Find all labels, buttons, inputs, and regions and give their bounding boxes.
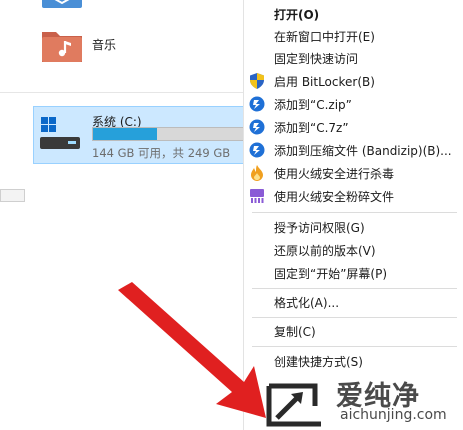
menu-item-label: 固定到快速访问 [274,51,359,66]
menu-item-open[interactable]: 打开(O) [244,3,463,25]
music-folder[interactable]: 音乐 [40,22,116,66]
menu-item-label: 在新窗口中打开(E) [274,29,375,44]
music-folder-icon [42,32,82,62]
menu-item-huorong-shred[interactable]: 使用火绒安全粉碎文件 [244,185,463,207]
menu-item-label: 打开(O) [274,7,320,22]
drive-usage-bar [92,127,246,141]
menu-item-label: 添加到“C.7z” [274,120,349,135]
menu-item-label: 使用火绒安全粉碎文件 [274,189,395,204]
context-menu: 打开(O) 在新窗口中打开(E) 固定到快速访问 启用 BitLocker(B)… [243,0,463,430]
menu-item-label: 启用 BitLocker(B) [274,74,375,89]
menu-item-label: 复制(C) [274,324,316,339]
menu-item-huorong-scan[interactable]: 使用火绒安全进行杀毒 [244,162,463,184]
watermark-domain: aichunjing.com [340,407,447,423]
shield-icon [249,73,265,89]
watermark-logo-icon [266,383,321,427]
music-folder-label: 音乐 [92,37,117,52]
menu-item-add-archive[interactable]: 添加到压缩文件 (Bandizip)(B)... [244,139,463,161]
menu-item-label: 添加到压缩文件 (Bandizip)(B)... [274,143,452,158]
menu-separator [252,212,457,213]
drive-c-tile[interactable]: 系统 (C:) 144 GB 可用，共 249 GB [33,106,246,164]
flame-icon [249,165,265,181]
menu-item-create-shortcut[interactable]: 创建快捷方式(S) [244,350,463,372]
menu-item-format[interactable]: 格式化(A)... [244,291,463,313]
pane-divider [0,92,245,93]
drive-space-text: 144 GB 可用，共 249 GB [92,146,231,160]
menu-item-copy[interactable]: 复制(C) [244,320,463,342]
bandizip-icon [249,142,265,158]
menu-item-restore-versions[interactable]: 还原以前的版本(V) [244,239,463,261]
menu-item-bitlocker[interactable]: 启用 BitLocker(B) [244,70,463,92]
menu-separator [252,346,457,347]
menu-item-label: 创建快捷方式(S) [274,354,363,369]
menu-item-label: 格式化(A)... [274,295,340,310]
scrollbar-fragment [0,189,25,202]
menu-separator [252,317,457,318]
menu-item-grant-access[interactable]: 授予访问权限(G) [244,216,463,238]
menu-item-label: 固定到“开始”屏幕(P) [274,266,388,281]
menu-separator [252,288,457,289]
menu-item-label: 授予访问权限(G) [274,220,365,235]
menu-item-pin-start[interactable]: 固定到“开始”屏幕(P) [244,262,463,284]
bandizip-icon [249,119,265,135]
menu-item-label: 使用火绒安全进行杀毒 [274,166,395,181]
menu-item-add-7z[interactable]: 添加到“C.7z” [244,116,463,138]
bandizip-icon [249,96,265,112]
menu-item-label: 添加到“C.zip” [274,97,352,112]
folder-icon [42,0,82,8]
drive-usage-fill [93,128,157,140]
windows-drive-icon [40,117,80,149]
menu-item-label: 还原以前的版本(V) [274,243,376,258]
shredder-icon [249,188,265,204]
menu-item-open-new-window[interactable]: 在新窗口中打开(E) [244,25,463,47]
menu-item-add-zip[interactable]: 添加到“C.zip” [244,93,463,115]
menu-item-pin-quick-access[interactable]: 固定到快速访问 [244,47,463,69]
